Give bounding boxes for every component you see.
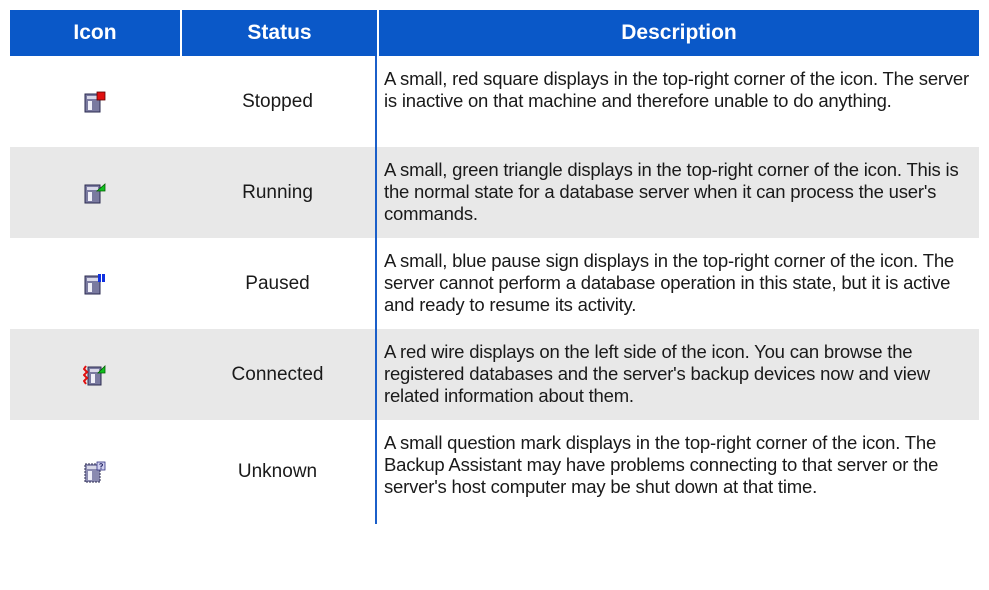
table-row: Connected A red wire displays on the lef… [10, 329, 979, 420]
description-cell: A small question mark displays in the to… [384, 432, 939, 497]
server-stopped-icon [84, 91, 106, 112]
description-cell: A small, blue pause sign displays in the… [384, 250, 954, 315]
server-status-table: Icon Status Description Stopped A small,… [10, 10, 979, 524]
icon-cell [10, 420, 180, 524]
table-row: Paused A small, blue pause sign displays… [10, 238, 979, 329]
status-cell: Unknown [180, 420, 377, 524]
server-running-icon [84, 182, 106, 203]
server-unknown-icon [84, 461, 106, 483]
status-cell: Paused [180, 238, 377, 329]
table-row: Unknown A small question mark displays i… [10, 420, 979, 524]
server-paused-icon [84, 273, 105, 294]
description-cell: A small, green triangle displays in the … [384, 159, 959, 224]
icon-cell [10, 329, 180, 420]
status-cell: Stopped [180, 56, 377, 147]
header-icon: Icon [10, 10, 182, 56]
header-description: Description [621, 21, 737, 44]
icon-cell [10, 238, 180, 329]
table-row: Stopped A small, red square displays in … [10, 56, 979, 147]
table-row: Running A small, green triangle displays… [10, 147, 979, 238]
icon-cell [10, 147, 180, 238]
icon-cell [10, 56, 180, 147]
description-cell: A small, red square displays in the top-… [384, 68, 969, 111]
table-header: Icon Status Description [10, 10, 979, 56]
server-connected-icon [83, 364, 106, 385]
status-cell: Connected [180, 329, 377, 420]
status-cell: Running [180, 147, 377, 238]
header-status: Status [182, 10, 379, 56]
description-cell: A red wire displays on the left side of … [384, 341, 930, 406]
